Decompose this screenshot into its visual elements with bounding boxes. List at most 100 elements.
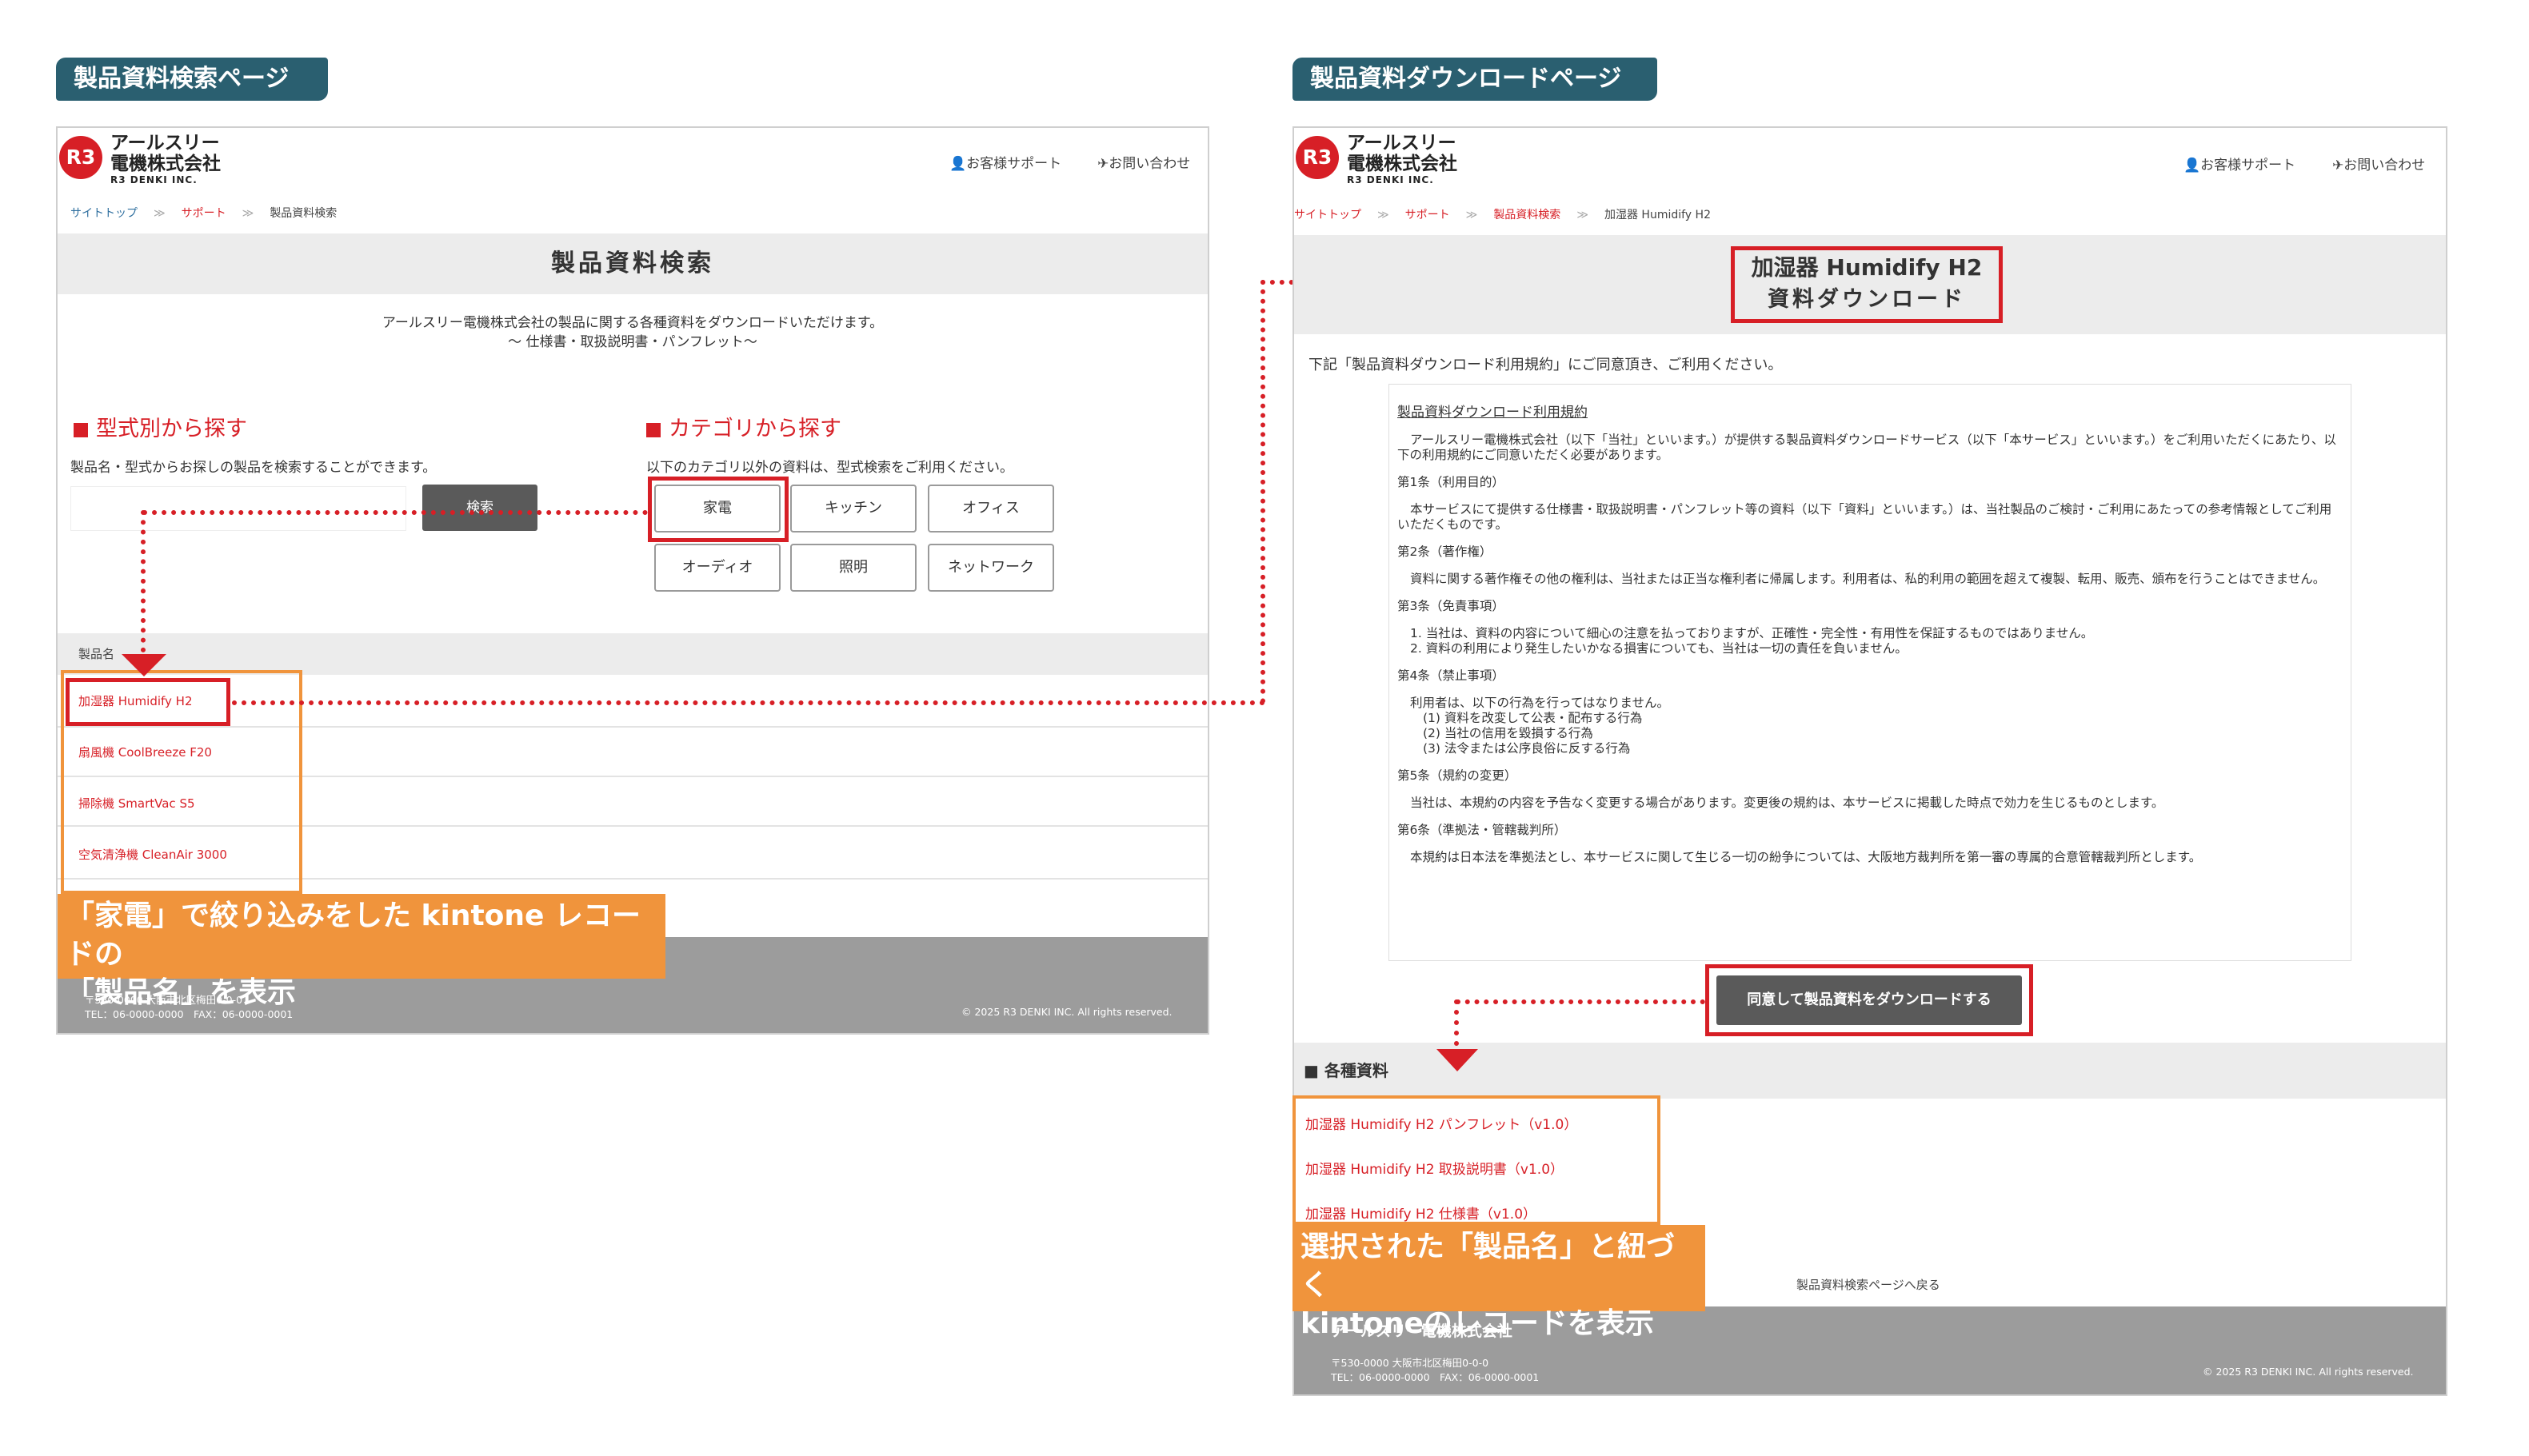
annotation-filter-line1: 「家電」で絞り込みをした kintone レコードの bbox=[66, 900, 641, 971]
footer-address: 〒530-0000 大阪市北区梅田0-0-0 TEL：06-0000-0000 … bbox=[1331, 1356, 1539, 1385]
terms-article-body: (1) 資料を改変して公表・配布する行為 bbox=[1423, 711, 1643, 725]
red-square-icon bbox=[74, 422, 88, 437]
page-title-line2: 資料ダウンロード bbox=[1768, 287, 1966, 312]
section-label-search: 製品資料検索ページ bbox=[56, 58, 328, 101]
annotation-filter-line2: 「製品名」を表示 bbox=[66, 976, 297, 1009]
footer-copyright: © 2025 R3 DENKI INC. All rights reserved… bbox=[961, 1006, 1173, 1018]
intro-text: アールスリー電機株式会社の製品に関する各種資料をダウンロードいただけます。 〜 … bbox=[58, 313, 1208, 352]
annotation-filter: 「家電」で絞り込みをした kintone レコードの 「製品名」を表示 bbox=[58, 894, 665, 1009]
breadcrumb-sep: ≫ bbox=[154, 207, 166, 220]
breadcrumb-sep: ≫ bbox=[1465, 209, 1478, 221]
title-band: 製品資料検索 bbox=[58, 233, 1208, 294]
footer-copyright: © 2025 R3 DENKI INC. All rights reserved… bbox=[2203, 1366, 2414, 1378]
page-title: 製品資料検索 bbox=[551, 249, 714, 277]
search-input[interactable] bbox=[70, 486, 406, 531]
logo-sub: R3 DENKI INC. bbox=[1347, 174, 1434, 185]
section-label-download: 製品資料ダウンロードページ bbox=[1292, 58, 1657, 101]
logo-company-line1: アールスリー bbox=[110, 133, 220, 154]
terms-article-title: 第6条（準拠法・管轄裁判所） bbox=[1397, 823, 1567, 837]
breadcrumb-current: 製品資料検索 bbox=[270, 207, 338, 220]
category-audio[interactable]: オーディオ bbox=[654, 544, 781, 592]
terms-box[interactable]: 製品資料ダウンロード利用規約 アールスリー電機株式会社（以下「当社」といいます。… bbox=[1388, 384, 2351, 961]
terms-article-title: 第4条（禁止事項） bbox=[1397, 668, 1504, 683]
search-button[interactable]: 検索 bbox=[422, 485, 537, 531]
logo-company-line2: 電機株式会社 bbox=[1347, 154, 1457, 174]
back-link[interactable]: 製品資料検索ページへ戻る bbox=[1796, 1276, 1940, 1293]
annotation-linked-records: 選択された「製品名」と紐づく kintoneのレコードを表示 bbox=[1292, 1225, 1705, 1340]
highlight-docs-list bbox=[1292, 1095, 1660, 1225]
intro-line2: 〜 仕様書・取扱説明書・パンフレット〜 bbox=[508, 334, 757, 350]
connector-dotted bbox=[1456, 999, 1705, 1004]
breadcrumb-sep: ≫ bbox=[242, 207, 254, 220]
connector-dotted bbox=[232, 700, 1265, 705]
terms-article-title: 第5条（規約の変更） bbox=[1397, 768, 1517, 783]
terms-article-body: 2. 資料の利用により発生したいかなる損害についても、当社は一切の責任を負いませ… bbox=[1410, 641, 1908, 656]
breadcrumb: サイトトップ ≫ サポート ≫ 製品資料検索 bbox=[70, 205, 337, 221]
breadcrumb-sep: ≫ bbox=[1576, 209, 1588, 221]
terms-article-body: 当社は、本規約の内容を予告なく変更する場合があります。変更後の規約は、本サービス… bbox=[1410, 796, 2164, 810]
highlight-kaden bbox=[648, 477, 789, 542]
breadcrumb-support[interactable]: サポート bbox=[182, 207, 226, 220]
logo-mark[interactable]: R3 bbox=[59, 136, 102, 179]
category-lighting[interactable]: 照明 bbox=[790, 544, 917, 592]
contact-label: お問い合わせ bbox=[1109, 156, 1191, 172]
logo-company-line1: アールスリー bbox=[1347, 133, 1456, 154]
category-search-desc: 以下のカテゴリ以外の資料は、型式検索をご利用ください。 bbox=[646, 460, 1013, 476]
logo-sub: R3 DENKI INC. bbox=[110, 174, 198, 185]
header-contact-link[interactable]: ✈お問い合わせ bbox=[2332, 154, 2425, 174]
category-search-heading: カテゴリから探す bbox=[646, 411, 841, 442]
contact-label: お問い合わせ bbox=[2343, 158, 2426, 174]
logo-text[interactable]: アールスリー 電機株式会社 R3 DENKI INC. bbox=[110, 133, 221, 185]
agree-download-button[interactable]: 同意して製品資料をダウンロードする bbox=[1716, 975, 2022, 1025]
breadcrumb-top[interactable]: サイトトップ bbox=[1294, 209, 1361, 221]
terms-article-body: 本規約は日本法を準拠法とし、本サービスに関して生じる一切の紛争については、大阪地… bbox=[1410, 850, 2202, 864]
page-title-line1: 加湿器 Humidify H2 bbox=[1751, 254, 1983, 281]
logo-mark[interactable]: R3 bbox=[1296, 136, 1339, 179]
breadcrumb-current: 加湿器 Humidify H2 bbox=[1604, 209, 1711, 221]
user-icon: 👤 bbox=[2183, 158, 2201, 174]
terms-article-body: 1. 当社は、資料の内容について細心の注意を払っておりますが、正確性・完全性・有… bbox=[1410, 626, 2094, 640]
paper-plane-icon: ✈ bbox=[1097, 156, 1109, 172]
footer-address-line2: TEL：06-0000-0000 FAX：06-0000-0001 bbox=[1331, 1371, 1540, 1383]
terms-article-body: 本サービスにて提供する仕様書・取扱説明書・パンフレット等の資料（以下「資料」とい… bbox=[1397, 502, 2332, 532]
product-list-header: 製品名 bbox=[58, 633, 1208, 675]
breadcrumb-top[interactable]: サイトトップ bbox=[70, 207, 138, 220]
breadcrumb-support[interactable]: サポート bbox=[1405, 209, 1450, 221]
agree-prompt: 下記「製品資料ダウンロード利用規約」にご同意頂き、ご利用ください。 bbox=[1308, 357, 1783, 373]
arrow-down-icon bbox=[122, 654, 166, 676]
model-search-heading-text: 型式別から探す bbox=[96, 417, 247, 441]
support-label: お客様サポート bbox=[2200, 158, 2296, 174]
intro-line1: アールスリー電機株式会社の製品に関する各種資料をダウンロードいただけます。 bbox=[382, 315, 884, 331]
logo-company-line2: 電機株式会社 bbox=[110, 154, 221, 174]
connector-dotted bbox=[141, 510, 146, 652]
terms-article-body: (3) 法令または公序良俗に反する行為 bbox=[1423, 741, 1631, 756]
category-office[interactable]: オフィス bbox=[928, 485, 1054, 533]
user-icon: 👤 bbox=[949, 156, 967, 172]
category-network[interactable]: ネットワーク bbox=[928, 544, 1054, 592]
category-search-heading-text: カテゴリから探す bbox=[669, 417, 841, 441]
logo-text[interactable]: アールスリー 電機株式会社 R3 DENKI INC. bbox=[1347, 133, 1457, 185]
terms-article-title: 第1条（利用目的） bbox=[1397, 475, 1504, 489]
model-search-desc: 製品名・型式からお探しの製品を検索することができます。 bbox=[70, 460, 437, 476]
terms-article-body: 利用者は、以下の行為を行ってはなりません。 bbox=[1410, 696, 1669, 710]
paper-plane-icon: ✈ bbox=[2332, 158, 2344, 174]
category-kitchen[interactable]: キッチン bbox=[790, 485, 917, 533]
breadcrumb: サイトトップ ≫ サポート ≫ 製品資料検索 ≫ 加湿器 Humidify H2 bbox=[1294, 206, 1711, 222]
support-label: お客様サポート bbox=[966, 156, 1062, 172]
arrow-down-icon bbox=[1436, 1049, 1478, 1071]
header-support-link[interactable]: 👤お客様サポート bbox=[949, 152, 1061, 172]
annotation-linked-line1: 選択された「製品名」と紐づく bbox=[1300, 1231, 1676, 1302]
terms-article-title: 第3条（免責事項） bbox=[1397, 599, 1504, 613]
connector-dotted bbox=[1454, 999, 1459, 1046]
terms-title: 製品資料ダウンロード利用規約 bbox=[1397, 405, 1588, 421]
page-title-box: 加湿器 Humidify H2 資料ダウンロード bbox=[1731, 246, 2003, 323]
header-contact-link[interactable]: ✈お問い合わせ bbox=[1097, 152, 1190, 172]
annotation-linked-line2: kintoneのレコードを表示 bbox=[1300, 1307, 1654, 1340]
footer-address-line1: 〒530-0000 大阪市北区梅田0-0-0 bbox=[1331, 1357, 1489, 1369]
breadcrumb-search[interactable]: 製品資料検索 bbox=[1493, 209, 1560, 221]
red-square-icon bbox=[646, 422, 661, 437]
product-column-label: 製品名 bbox=[78, 647, 115, 661]
header-support-link[interactable]: 👤お客様サポート bbox=[2183, 154, 2295, 174]
model-search-heading: 型式別から探す bbox=[74, 411, 247, 442]
terms-article-body: (2) 当社の信用を毀損する行為 bbox=[1423, 726, 1593, 740]
